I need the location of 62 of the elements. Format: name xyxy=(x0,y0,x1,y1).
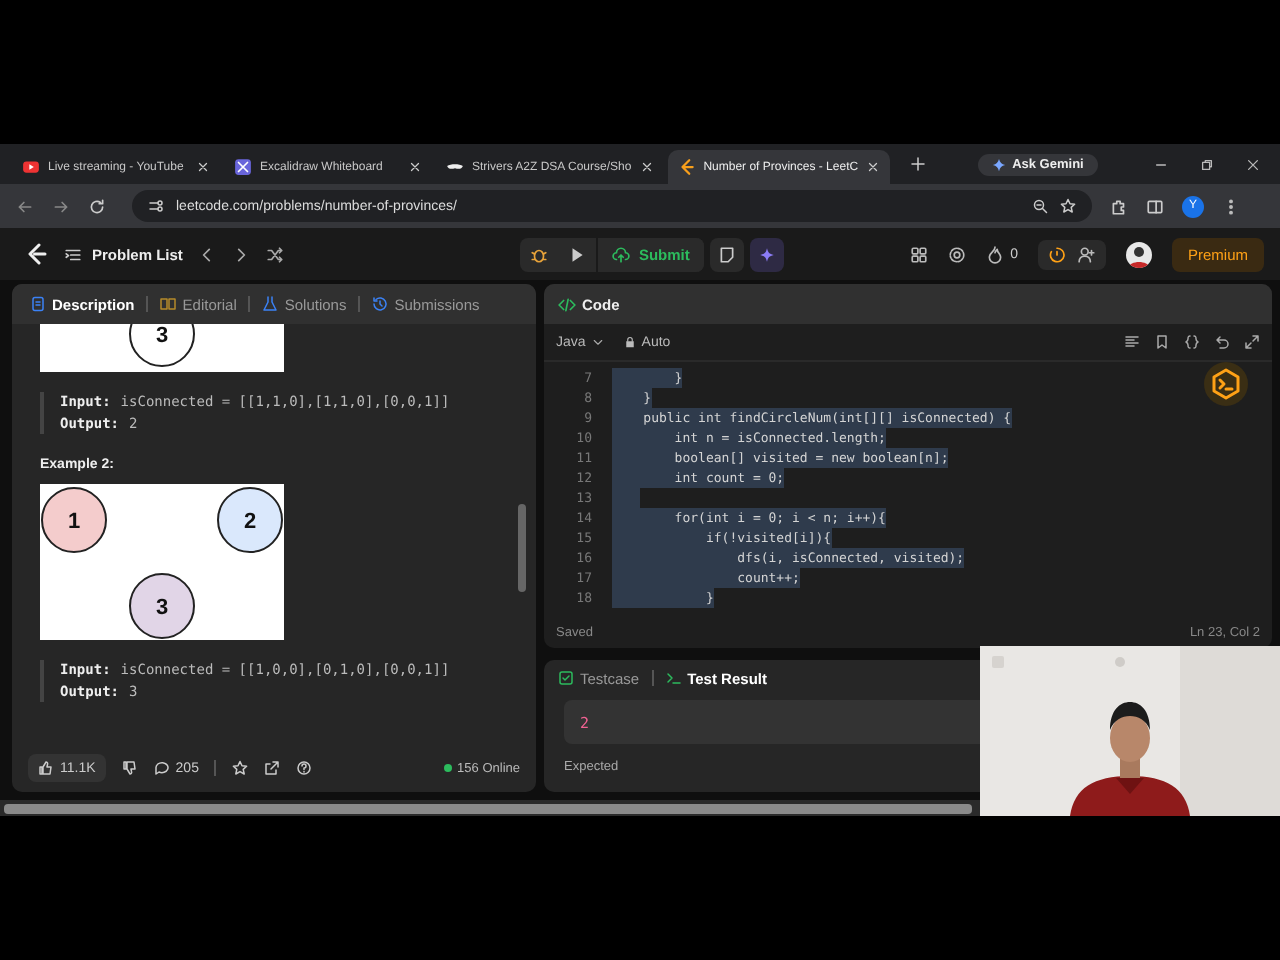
back-icon[interactable] xyxy=(16,197,34,215)
timer-icon[interactable] xyxy=(1047,245,1066,263)
book-icon xyxy=(160,296,177,312)
layout-icon[interactable] xyxy=(910,245,929,263)
history-icon xyxy=(372,296,389,312)
share-icon[interactable] xyxy=(264,760,281,776)
restore-icon[interactable] xyxy=(1200,157,1214,171)
scrollbar[interactable] xyxy=(4,803,972,813)
close-icon[interactable] xyxy=(408,160,422,174)
thumbs-down-icon[interactable] xyxy=(121,760,138,776)
list-icon xyxy=(64,245,82,263)
forward-icon[interactable] xyxy=(52,197,70,215)
note-icon xyxy=(717,245,736,263)
close-icon[interactable] xyxy=(639,160,654,174)
add-user-icon[interactable] xyxy=(1077,245,1096,263)
new-tab-icon[interactable] xyxy=(910,156,927,172)
chevron-down-icon xyxy=(591,336,604,348)
side-panel-icon[interactable] xyxy=(1146,197,1164,215)
site-info-icon[interactable] xyxy=(148,198,164,214)
extensions-icon[interactable] xyxy=(1110,197,1128,215)
undo-icon[interactable] xyxy=(1214,334,1230,350)
user-avatar[interactable] xyxy=(1125,241,1152,267)
youtube-icon xyxy=(22,158,40,176)
format-icon[interactable] xyxy=(1124,334,1140,350)
play-icon xyxy=(568,245,587,263)
reload-icon[interactable] xyxy=(88,197,106,215)
scrollbar[interactable] xyxy=(518,504,526,592)
close-icon[interactable] xyxy=(866,160,881,174)
graph-node: 3 xyxy=(129,573,195,639)
online-indicator xyxy=(443,764,452,772)
terminal-button[interactable] xyxy=(1204,362,1248,406)
close-icon[interactable] xyxy=(1246,157,1260,171)
lock-icon xyxy=(623,336,636,348)
sparkle-icon xyxy=(992,157,1007,171)
next-icon[interactable] xyxy=(232,245,251,263)
thumbs-up-icon xyxy=(38,760,54,776)
sparkle-icon xyxy=(757,245,776,263)
star-icon[interactable] xyxy=(1060,198,1076,214)
expand-icon[interactable] xyxy=(1244,334,1260,350)
notes-button[interactable] xyxy=(709,237,744,271)
document-icon xyxy=(30,296,46,312)
code-icon xyxy=(558,295,576,313)
pencil-icon xyxy=(234,158,252,176)
comment-icon xyxy=(153,760,170,776)
help-icon[interactable] xyxy=(296,760,313,776)
zoom-icon[interactable] xyxy=(1032,198,1048,214)
star-icon[interactable] xyxy=(232,760,249,776)
upload-cloud-icon xyxy=(612,245,631,263)
checkbox-icon xyxy=(558,670,574,686)
terminal-icon xyxy=(1210,368,1242,400)
flame-icon xyxy=(986,245,1005,263)
close-icon[interactable] xyxy=(196,160,210,174)
graph-node: 2 xyxy=(217,487,283,553)
bug-icon xyxy=(530,245,549,263)
bookmark-icon[interactable] xyxy=(1154,334,1170,350)
braces-icon[interactable] xyxy=(1184,334,1200,350)
flask-icon xyxy=(262,296,279,312)
terminal-icon xyxy=(665,670,682,686)
graph-node: 3 xyxy=(129,324,195,367)
shuffle-icon[interactable] xyxy=(266,245,285,263)
ai-assist-button[interactable] xyxy=(749,237,784,271)
graph-node: 1 xyxy=(41,487,107,553)
